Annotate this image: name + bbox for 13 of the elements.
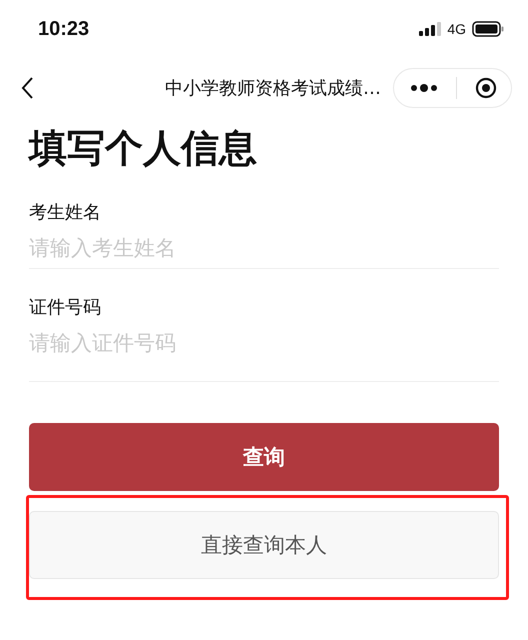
signal-icon (419, 22, 442, 36)
more-icon[interactable] (410, 83, 438, 93)
self-query-button[interactable]: 直接查询本人 (29, 511, 499, 579)
field-label: 考生姓名 (29, 201, 102, 225)
battery-icon (472, 21, 504, 37)
close-icon[interactable] (475, 77, 497, 99)
field-label: 证件号码 (29, 296, 102, 320)
page-heading: 填写个人信息 (29, 125, 258, 172)
status-time: 10:23 (38, 18, 90, 40)
back-icon[interactable] (20, 76, 34, 100)
nav-title: 中小学教师资格考试成绩… (165, 77, 381, 100)
network-label: 4G (447, 21, 466, 37)
query-button[interactable]: 查询 (29, 423, 499, 491)
